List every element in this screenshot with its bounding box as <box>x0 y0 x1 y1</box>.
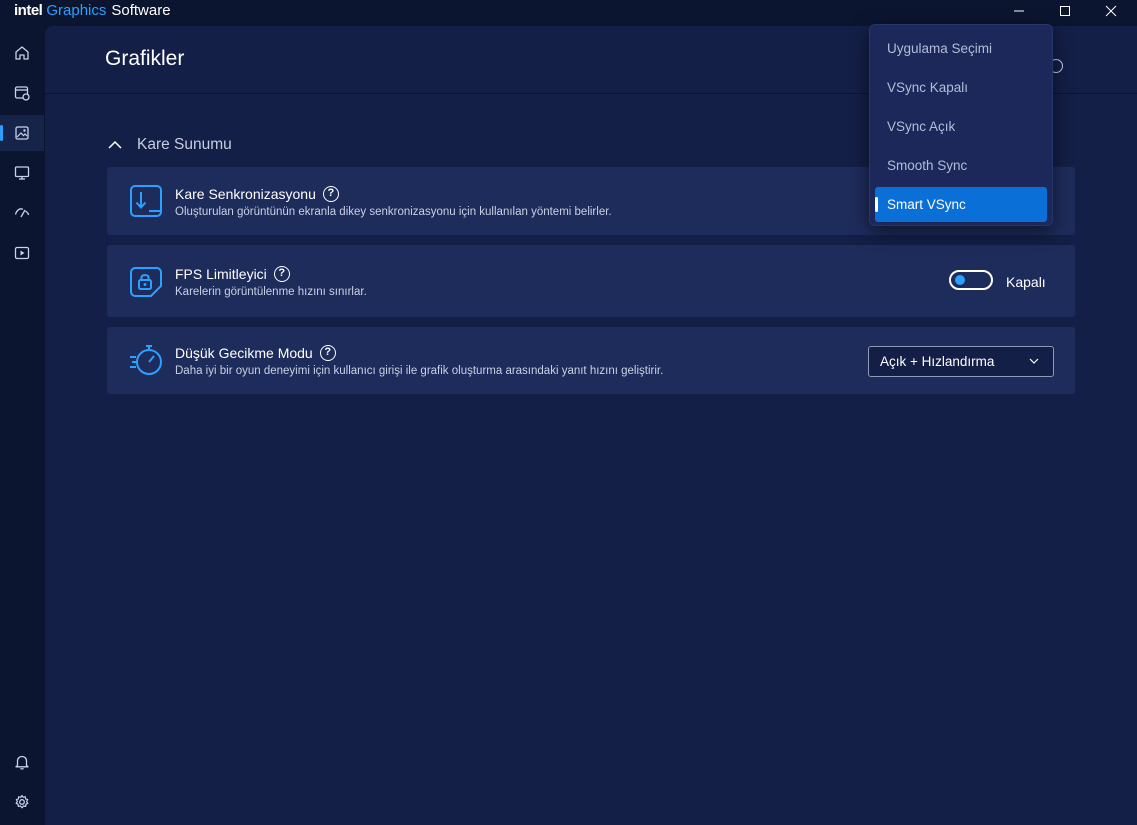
low-latency-title: Düşük Gecikme Modu <box>175 345 313 361</box>
help-icon[interactable]: ? <box>322 186 339 202</box>
section-header-frame-presentation[interactable]: Kare Sunumu <box>107 134 232 156</box>
frame-sync-title-row: Kare Senkronizasyonu ? <box>175 186 339 202</box>
fps-lock-icon <box>130 267 162 297</box>
low-latency-selected-value: Açık + Hızlandırma <box>880 354 995 369</box>
nav-graphics[interactable] <box>0 115 44 151</box>
nav-performance[interactable] <box>0 195 44 231</box>
nav-games[interactable] <box>0 75 44 111</box>
dropdown-option-vsync-off[interactable]: VSync Kapalı <box>875 68 1047 107</box>
dropdown-option-smooth-sync[interactable]: Smooth Sync <box>875 146 1047 185</box>
brand-intel-logo: intel <box>14 2 43 19</box>
chevron-up-icon <box>108 140 122 149</box>
frame-sync-dropdown: Uygulama Seçimi VSync Kapalı VSync Açık … <box>869 24 1053 226</box>
gear-icon <box>15 794 29 809</box>
help-icon[interactable]: ? <box>319 345 336 361</box>
app-brand: intel Graphics Software <box>14 2 171 19</box>
fps-limiter-title-row: FPS Limitleyici ? <box>175 266 290 282</box>
home-icon <box>15 46 29 60</box>
fps-limiter-toggle[interactable] <box>949 270 993 290</box>
bell-icon <box>15 755 29 770</box>
close-button[interactable] <box>1091 0 1131 22</box>
frame-sync-description: Oluşturulan görüntünün ekranla dikey sen… <box>175 206 612 218</box>
brand-software: Software <box>111 2 171 19</box>
fps-limiter-toggle-label: Kapalı <box>1006 274 1046 290</box>
fps-limiter-description: Karelerin görüntülenme hızını sınırlar. <box>175 286 367 298</box>
nav-notifications[interactable] <box>0 744 44 780</box>
gamepad-display-icon <box>14 86 30 101</box>
nav-media[interactable] <box>0 235 44 271</box>
frame-sync-title: Kare Senkronizasyonu <box>175 186 316 202</box>
dropdown-option-app-choice[interactable]: Uygulama Seçimi <box>875 29 1047 68</box>
chevron-down-icon <box>1029 358 1039 364</box>
monitor-icon <box>14 166 30 180</box>
frame-sync-icon <box>130 185 162 217</box>
low-latency-select[interactable]: Açık + Hızlandırma <box>868 346 1054 377</box>
image-icon <box>15 126 29 140</box>
dropdown-option-smart-vsync[interactable]: Smart VSync <box>875 187 1047 222</box>
maximize-button[interactable] <box>1045 0 1085 22</box>
fps-limiter-title: FPS Limitleyici <box>175 266 267 282</box>
toggle-knob <box>955 275 965 285</box>
minimize-icon <box>1014 10 1024 12</box>
sidebar <box>0 26 44 825</box>
minimize-button[interactable] <box>999 0 1039 22</box>
performance-gauge-icon <box>14 208 30 218</box>
close-icon <box>1105 5 1117 17</box>
stopwatch-icon <box>130 345 162 375</box>
card-low-latency: Düşük Gecikme Modu ? Daha iyi bir oyun d… <box>107 327 1075 394</box>
title-bar: intel Graphics Software <box>0 0 1137 26</box>
low-latency-description: Daha iyi bir oyun deneyimi için kullanıc… <box>175 365 664 377</box>
help-icon[interactable]: ? <box>273 266 290 282</box>
low-latency-title-row: Düşük Gecikme Modu ? <box>175 345 336 361</box>
nav-settings[interactable] <box>0 784 44 820</box>
card-fps-limiter: FPS Limitleyici ? Karelerin görüntülenme… <box>107 245 1075 317</box>
maximize-icon <box>1060 6 1070 16</box>
video-play-icon <box>14 246 30 260</box>
brand-graphics: Graphics <box>46 2 107 19</box>
nav-home[interactable] <box>0 35 44 71</box>
nav-display[interactable] <box>0 155 44 191</box>
section-title: Kare Sunumu <box>137 136 232 153</box>
page-title: Grafikler <box>105 47 185 70</box>
dropdown-option-vsync-on[interactable]: VSync Açık <box>875 107 1047 146</box>
